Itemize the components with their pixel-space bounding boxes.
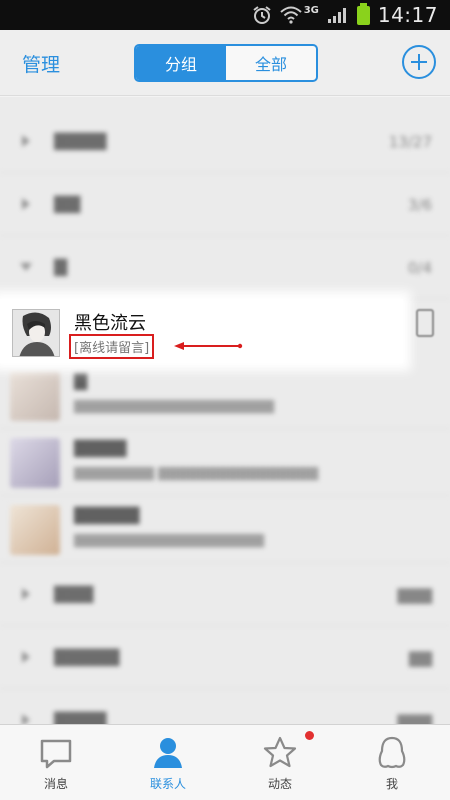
contact-name: ▇▇▇▇ (74, 438, 127, 458)
nav-messages[interactable]: 消息 (0, 725, 112, 800)
tab-all[interactable]: 全部 (226, 46, 316, 80)
alarm-icon (253, 6, 271, 24)
list-item[interactable]: ▇▇▇▇▇ ▇▇▇▇▇▇▇▇▇▇▇▇▇▇▇▇▇▇▇ (0, 497, 450, 563)
add-icon[interactable] (402, 45, 436, 79)
expand-arrow-icon (22, 135, 30, 147)
contact-signature: ▇▇▇▇▇▇▇▇ ▇▇▇▇▇▇▇▇▇▇▇▇▇▇▇▇ (74, 466, 319, 481)
phone-icon (416, 309, 434, 337)
group-row[interactable]: ▇ 0/4 (0, 237, 450, 299)
group-count: 13/27 (388, 133, 432, 151)
group-name: ▇▇▇▇ (54, 710, 107, 724)
contact-signature: ▇▇▇▇▇▇▇▇▇▇▇▇▇▇▇▇▇▇▇▇ (74, 399, 274, 414)
wifi-icon (280, 6, 302, 24)
annotation-arrow-icon (174, 342, 243, 350)
star-icon (263, 736, 297, 768)
nav-label-me: 我 (385, 777, 398, 791)
expand-arrow-icon (22, 714, 30, 724)
group-count: ▇▇▇ (397, 586, 432, 604)
group-row[interactable]: ▇▇▇▇▇ ▇▇ (0, 627, 450, 689)
group-row[interactable]: ▇▇ 3/6 (0, 174, 450, 236)
group-count: 0/4 (407, 259, 432, 277)
group-name: ▇▇▇▇ (54, 131, 107, 151)
contact-name: 黑色流云 (74, 313, 146, 334)
title-bar: 管理 分组 全部 (0, 30, 450, 96)
contact-signature: ▇▇▇▇▇▇▇▇▇▇▇▇▇▇▇▇▇▇▇ (74, 533, 264, 548)
battery-icon (356, 2, 370, 25)
group-name: ▇ (54, 257, 68, 277)
penguin-icon (378, 736, 406, 769)
nav-contacts[interactable]: 联系人 (112, 725, 224, 800)
avatar (12, 309, 60, 357)
nav-label-messages: 消息 (43, 777, 68, 791)
group-row[interactable]: ▇▇▇▇ ▇▇▇ (0, 690, 450, 724)
nav-label-moments: 动态 (267, 777, 292, 791)
group-name: ▇▇▇ (54, 584, 94, 604)
avatar-portrait-icon (13, 310, 59, 356)
expand-arrow-icon (22, 198, 30, 210)
view-toggle: 分组 全部 (134, 44, 318, 82)
avatar (10, 438, 60, 488)
nav-me[interactable]: 我 (336, 725, 448, 800)
status-bar: 3G 14:17 (0, 0, 450, 30)
group-count: ▇▇▇ (397, 712, 432, 724)
group-name: ▇▇▇▇▇ (54, 647, 120, 667)
tab-groups[interactable]: 分组 (136, 46, 226, 80)
nav-moments[interactable]: 动态 (224, 725, 336, 800)
status-icons: 3G 14:17 (252, 0, 438, 30)
bottom-nav: 消息 联系人 动态 我 (0, 724, 450, 800)
avatar (10, 505, 60, 555)
highlighted-contact[interactable]: 黑色流云 [离线请留言] (0, 299, 403, 363)
contact-name: ▇ (74, 371, 88, 391)
group-count: 3/6 (407, 196, 432, 214)
avatar (10, 371, 60, 421)
notification-badge (305, 731, 314, 740)
collapse-arrow-icon (20, 263, 32, 271)
group-row[interactable]: ▇▇▇ ▇▇▇ (0, 564, 450, 626)
group-name: ▇▇ (54, 194, 81, 214)
network-type: 3G (303, 4, 319, 16)
nav-label-contacts: 联系人 (149, 777, 186, 791)
status-badge: [离线请留言] (69, 334, 155, 359)
group-row[interactable]: ▇▇▇▇ 13/27 (0, 111, 450, 173)
group-count: ▇▇ (408, 649, 432, 667)
list-item[interactable]: ▇ ▇▇▇▇▇▇▇▇▇▇▇▇▇▇▇▇▇▇▇▇ (0, 363, 450, 429)
signal-icon (327, 8, 346, 23)
contact-name: ▇▇▇▇▇ (74, 505, 140, 525)
list-item[interactable]: ▇▇▇▇ ▇▇▇▇▇▇▇▇ ▇▇▇▇▇▇▇▇▇▇▇▇▇▇▇▇ (0, 430, 450, 496)
contact-list: ▇▇▇▇ 13/27 ▇▇ 3/6 ▇ 0/4 ▇ ▇▇▇▇▇▇▇▇▇▇▇▇▇▇… (0, 97, 450, 724)
contacts-icon (154, 738, 182, 768)
clock: 14:17 (377, 3, 438, 27)
expand-arrow-icon (22, 651, 30, 663)
message-icon (40, 739, 72, 769)
manage-button[interactable]: 管理 (22, 50, 60, 77)
expand-arrow-icon (22, 588, 30, 600)
